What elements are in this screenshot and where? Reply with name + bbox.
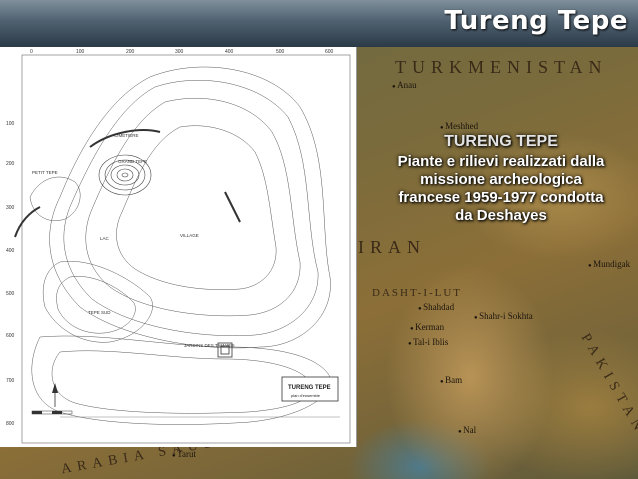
map-city-meshhed: Meshhed <box>440 121 478 131</box>
map-label-iran: IRAN <box>358 237 426 257</box>
map-city-nal: Nal <box>458 425 476 435</box>
legend-subtitle: plan d'ensemble <box>291 393 321 398</box>
x-tick: 200 <box>126 49 135 55</box>
y-tick: 100 <box>6 121 15 127</box>
map-city-bam: Bam <box>440 375 462 385</box>
map-city-mundigak: Mundigak <box>588 259 630 269</box>
site-plan-drawing: 0 100 200 300 400 500 600 100 200 300 40… <box>6 49 351 444</box>
y-tick: 700 <box>6 378 15 384</box>
caption-title: TURENG TEPE <box>444 133 558 150</box>
map-city-shahr-i-sokhta: Shahr-i Sokhta <box>474 311 533 321</box>
map-city-anau: Anau <box>392 80 417 90</box>
map-label-dasht-i-lut: DASHT-I-LUT <box>372 287 463 299</box>
y-tick: 200 <box>6 161 15 167</box>
label-tepe-sud: TEPE SUD <box>88 310 111 315</box>
label-lac: LAC <box>100 236 110 241</box>
y-tick: 800 <box>6 421 15 427</box>
x-tick: 500 <box>276 49 285 55</box>
y-tick: 500 <box>6 291 15 297</box>
x-tick: 400 <box>225 49 234 55</box>
x-tick: 300 <box>175 49 184 55</box>
label-petit-tepe: PETIT TEPE <box>32 170 58 175</box>
x-tick: 600 <box>325 49 334 55</box>
plan-legend: TURENG TEPE plan d'ensemble <box>281 376 339 402</box>
contour-lines <box>29 66 331 425</box>
y-tick: 300 <box>6 205 15 211</box>
map-city-kerman: Kerman <box>410 322 444 332</box>
slide-header: Tureng Tepe <box>0 0 638 48</box>
map-city-shahdad: Shahdad <box>418 302 454 312</box>
slide-title: Tureng Tepe <box>444 6 628 36</box>
label-cimetiere: CIMETIERE <box>114 133 139 138</box>
label-grand-tepe: GRAND TEPE <box>118 159 147 164</box>
slide-caption: TURENG TEPE Piante e rilievi realizzati … <box>392 133 610 225</box>
y-tick: 400 <box>6 248 15 254</box>
site-plan-image: 0 100 200 300 400 500 600 100 200 300 40… <box>0 47 357 447</box>
map-label-turkmenistan: TURKMENISTAN <box>395 57 608 77</box>
x-tick: 0 <box>30 49 33 55</box>
map-city-tal-i-iblis: Tal-i Iblis <box>408 337 448 347</box>
legend-title: TURENG TEPE <box>288 385 331 391</box>
ridges <box>14 129 241 238</box>
map-label-pakistan: PAKISTAN <box>577 331 638 439</box>
north-arrow-icon <box>52 383 58 407</box>
label-village: VILLAGE <box>180 233 199 238</box>
y-tick: 600 <box>6 333 15 339</box>
caption-body: Piante e rilievi realizzati dalla missio… <box>397 153 605 224</box>
map-city-tarut: Tarut <box>172 449 196 459</box>
x-tick: 100 <box>76 49 85 55</box>
label-jardins: JARDINS DES TAMARIS <box>184 343 235 348</box>
